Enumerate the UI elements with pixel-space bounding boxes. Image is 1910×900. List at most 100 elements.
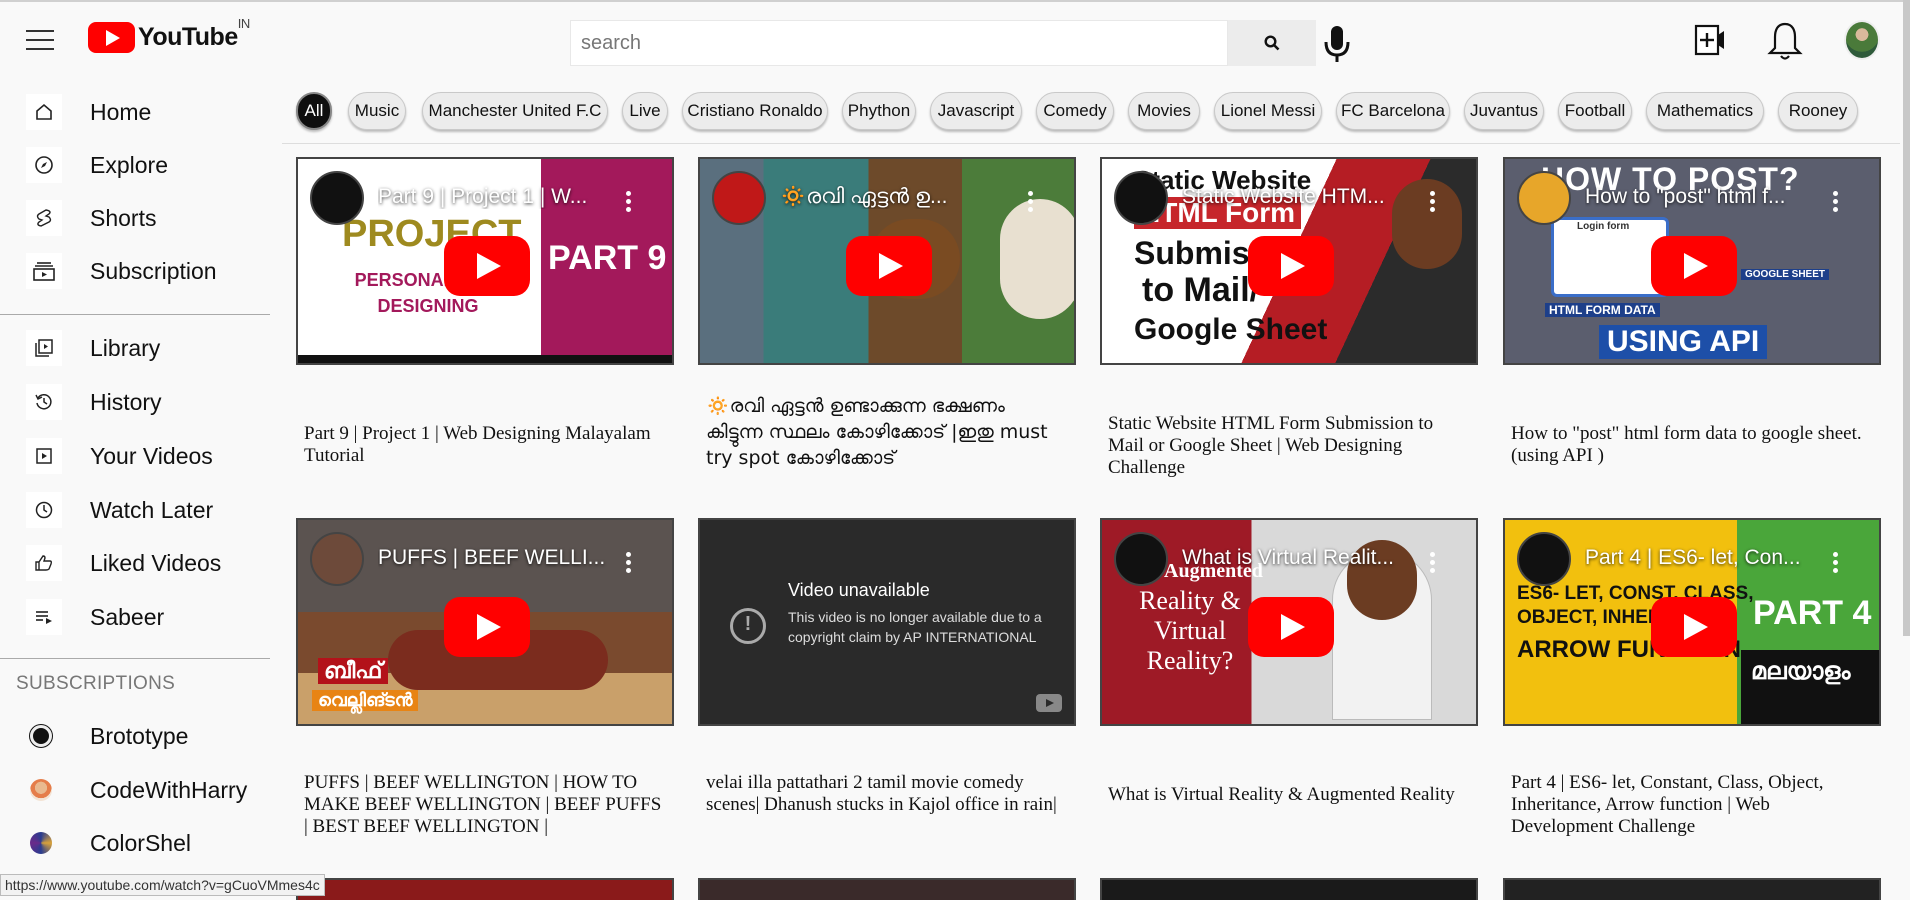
- alert-icon: [730, 608, 766, 644]
- sidebar-item-label: Subscription: [90, 257, 217, 284]
- chip-lionel-messi[interactable]: Lionel Messi: [1214, 92, 1322, 130]
- video-title[interactable]: Static Website HTML Form Submission to M…: [1108, 413, 1468, 479]
- video-thumbnail[interactable]: HOW TO POST? Login form HTML FORM DATA G…: [1503, 157, 1881, 365]
- video-title[interactable]: What is Virtual Reality & Augmented Real…: [1108, 784, 1468, 806]
- video-thumbnail-partial[interactable]: [1100, 878, 1478, 900]
- more-options-icon[interactable]: [1430, 552, 1436, 574]
- video-title[interactable]: PUFFS | BEEF WELLINGTON | HOW TO MAKE BE…: [304, 772, 664, 838]
- chip-rooney[interactable]: Rooney: [1778, 92, 1858, 130]
- sidebar-item-library[interactable]: Library: [0, 324, 272, 372]
- sidebar-item-subscription[interactable]: Subscription: [0, 247, 272, 295]
- video-thumbnail-partial[interactable]: [296, 878, 674, 900]
- channel-avatar[interactable]: [1114, 532, 1168, 586]
- thumbnail-art-text: Login form: [1577, 221, 1630, 232]
- youtube-logo[interactable]: YouTubeIN: [88, 15, 250, 53]
- chip-mathematics[interactable]: Mathematics: [1646, 92, 1764, 130]
- thumbnail-art-text: to Mail/: [1142, 271, 1260, 309]
- video-thumbnail[interactable]: PROJECT PERSONAL WEB DESIGNING PART 9 Pa…: [296, 157, 674, 365]
- sidebar-item-label: Your Videos: [90, 442, 213, 469]
- video-title[interactable]: velai illa pattathari 2 tamil movie come…: [706, 772, 1066, 816]
- chip-javascript[interactable]: Javascript: [930, 92, 1022, 130]
- chip-manchester-united[interactable]: Manchester United F.C: [422, 92, 608, 130]
- chip-live[interactable]: Live: [622, 92, 668, 130]
- channel-avatar[interactable]: [1517, 171, 1571, 225]
- channel-avatar[interactable]: [1517, 532, 1571, 586]
- subscriptions-heading: SUBSCRIPTIONS: [16, 673, 176, 694]
- video-thumbnail[interactable]: Video unavailable This video is no longe…: [698, 518, 1076, 726]
- page-scrollbar[interactable]: [1903, 0, 1910, 636]
- search-button[interactable]: [1228, 20, 1316, 66]
- thumbnail-title: 🔅രവി ഏട്ടൻ ഉ...: [780, 185, 948, 208]
- video-title[interactable]: Part 9 | Project 1 | Web Designing Malay…: [304, 423, 664, 467]
- sidebar-item-watch-later[interactable]: Watch Later: [0, 486, 272, 534]
- sidebar-item-shorts[interactable]: Shorts: [0, 194, 272, 242]
- sidebar-item-liked-videos[interactable]: Liked Videos: [0, 539, 272, 587]
- chip-all[interactable]: All: [296, 92, 332, 130]
- subscription-item-codewithharry[interactable]: CodeWithHarry: [0, 766, 272, 814]
- more-options-icon[interactable]: [626, 191, 632, 213]
- sidebar-item-your-videos[interactable]: Your Videos: [0, 432, 272, 480]
- sidebar-item-sabeer[interactable]: Sabeer: [0, 593, 272, 641]
- video-thumbnail-partial[interactable]: [698, 878, 1076, 900]
- video-thumbnail[interactable]: ES6- LET, CONST, CLASS, OBJECT, INHER AR…: [1503, 518, 1881, 726]
- channel-avatar[interactable]: [310, 532, 364, 586]
- channel-avatar[interactable]: [1114, 171, 1168, 225]
- menu-icon[interactable]: [26, 30, 54, 50]
- video-thumbnail[interactable]: ബീഫ് വെല്ലിങ്ടൻ PUFFS | BEEF WELLI...: [296, 518, 674, 726]
- thumbnail-title: Part 4 | ES6- let, Con...: [1585, 546, 1801, 569]
- create-video-button[interactable]: [1693, 20, 1727, 60]
- play-button[interactable]: [1248, 597, 1334, 657]
- sidebar-item-label: Watch Later: [90, 496, 214, 523]
- thumbnail-art-text: Reality & Virtual Reality?: [1139, 586, 1241, 675]
- chip-movies[interactable]: Movies: [1128, 92, 1200, 130]
- video-thumbnail[interactable]: Augmented Reality & Virtual Reality? Wha…: [1100, 518, 1478, 726]
- thumbnail-art-text: GOOGLE SHEET: [1741, 269, 1830, 280]
- channel-avatar[interactable]: [310, 171, 364, 225]
- subscription-item-brototype[interactable]: Brototype: [0, 712, 272, 760]
- chip-fc-barcelona[interactable]: FC Barcelona: [1336, 92, 1450, 130]
- chip-music[interactable]: Music: [348, 92, 406, 130]
- link-preview-status: https://www.youtube.com/watch?v=gCuoVMme…: [0, 874, 325, 896]
- video-title[interactable]: How to "post" html form data to google s…: [1511, 423, 1871, 467]
- play-button[interactable]: [1651, 597, 1737, 657]
- chip-football[interactable]: Football: [1558, 92, 1632, 130]
- play-button[interactable]: [1248, 236, 1334, 296]
- video-thumbnail[interactable]: 🔅രവി ഏട്ടൻ ഉ...: [698, 157, 1076, 365]
- thumbnail-art-text: വെല്ലിങ്ടൻ: [312, 690, 419, 711]
- notifications-button[interactable]: [1766, 20, 1804, 62]
- more-options-icon[interactable]: [1430, 191, 1436, 213]
- video-thumbnail-partial[interactable]: [1503, 878, 1881, 900]
- play-button[interactable]: [846, 236, 932, 296]
- chip-cristiano-ronaldo[interactable]: Cristiano Ronaldo: [682, 92, 828, 130]
- more-options-icon[interactable]: [626, 552, 632, 574]
- logo-text: YouTubeIN: [138, 15, 250, 51]
- account-avatar[interactable]: [1844, 20, 1880, 60]
- sidebar-item-label: Shorts: [90, 204, 157, 231]
- thumbnail-art-text: PART 9: [548, 239, 667, 277]
- subscription-label: ColorShel: [90, 829, 191, 856]
- more-options-icon[interactable]: [1833, 191, 1839, 213]
- search-input[interactable]: [570, 20, 1228, 66]
- chip-juvantus[interactable]: Juvantus: [1464, 92, 1544, 130]
- youtube-watermark-icon[interactable]: [1036, 694, 1062, 712]
- video-title[interactable]: 🔅രവി ഏട്ടൻ ഉണ്ടാക്കുന്ന ഭക്ഷണം കിട്ടുന്ന…: [706, 393, 1066, 471]
- sidebar-item-home[interactable]: Home: [0, 88, 272, 136]
- play-button[interactable]: [444, 597, 530, 657]
- play-button[interactable]: [1651, 236, 1737, 296]
- more-options-icon[interactable]: [1028, 191, 1034, 213]
- video-title[interactable]: Part 4 | ES6- let, Constant, Class, Obje…: [1511, 772, 1871, 838]
- thumbnail-art-text: ബീഫ്: [318, 658, 389, 684]
- channel-avatar[interactable]: [712, 171, 766, 225]
- video-thumbnail[interactable]: Static Website HTML Form Submis to Mail/…: [1100, 157, 1478, 365]
- chip-comedy[interactable]: Comedy: [1036, 92, 1114, 130]
- your-videos-icon: [26, 438, 62, 474]
- voice-search-button[interactable]: [1322, 24, 1352, 64]
- more-options-icon[interactable]: [1833, 552, 1839, 574]
- play-button[interactable]: [444, 236, 530, 296]
- sidebar-item-history[interactable]: History: [0, 378, 272, 426]
- youtube-logo-icon: [88, 22, 135, 53]
- subscription-item-colorshel[interactable]: ColorShel: [0, 819, 272, 867]
- microphone-icon: [1324, 26, 1350, 62]
- sidebar-item-explore[interactable]: Explore: [0, 141, 272, 189]
- chip-phython[interactable]: Phython: [842, 92, 916, 130]
